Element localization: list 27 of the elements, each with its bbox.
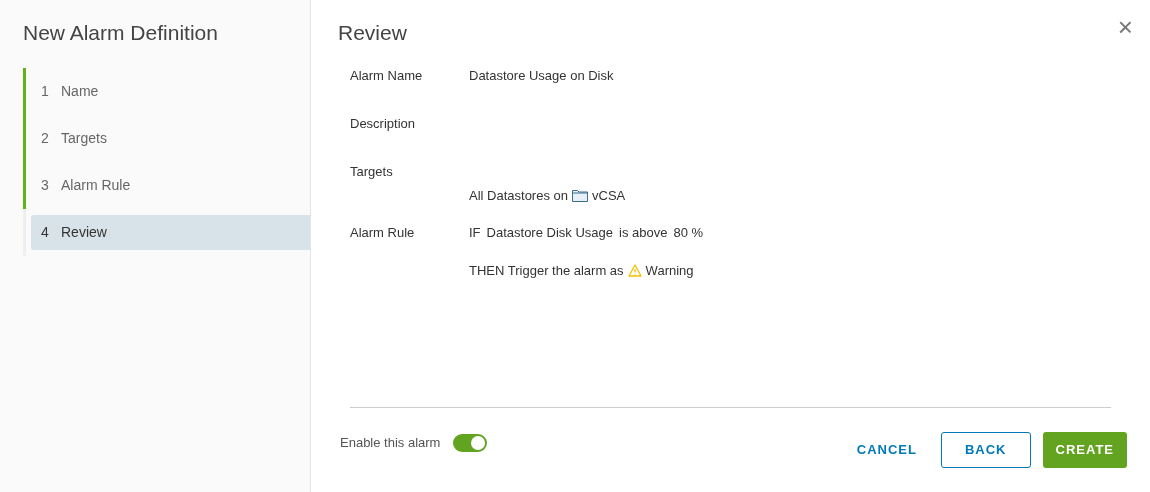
rule-text: IF bbox=[469, 223, 481, 242]
step-item[interactable]: 3 Alarm Rule bbox=[31, 161, 310, 209]
page-title: Review bbox=[338, 20, 407, 46]
action-button[interactable]: BACK bbox=[940, 432, 1031, 468]
folder-icon bbox=[572, 189, 588, 202]
field-label: Alarm Rule bbox=[350, 223, 416, 242]
close-button[interactable]: × bbox=[1117, 14, 1133, 40]
severity-text: Warning bbox=[645, 262, 694, 280]
field-label: Description bbox=[350, 114, 417, 133]
field-label: Targets bbox=[350, 162, 394, 181]
rule-text: is above bbox=[619, 223, 668, 242]
step-item[interactable]: 2 Targets bbox=[31, 114, 310, 162]
action-button[interactable]: CREATE bbox=[1042, 432, 1127, 468]
wizard-title: New Alarm Definition bbox=[23, 20, 219, 46]
action-text: THEN Trigger the alarm as bbox=[469, 262, 624, 280]
step-item[interactable]: 4 Review bbox=[31, 214, 310, 250]
warning-icon bbox=[627, 264, 642, 278]
toggle-label: Enable this alarm bbox=[340, 434, 441, 453]
target-name: vCSA bbox=[592, 186, 626, 205]
step-item[interactable]: 1 Name bbox=[31, 67, 310, 115]
target-text: All Datastores on bbox=[469, 186, 568, 205]
rule-text: 80 % bbox=[673, 223, 704, 242]
enable-toggle[interactable] bbox=[453, 434, 488, 452]
rule-text: Datastore Disk Usage bbox=[486, 223, 613, 242]
field-label: Alarm Name bbox=[350, 66, 424, 85]
action-button[interactable]: CANCEL bbox=[844, 432, 929, 468]
field-value: Datastore Usage on Disk bbox=[469, 66, 614, 85]
